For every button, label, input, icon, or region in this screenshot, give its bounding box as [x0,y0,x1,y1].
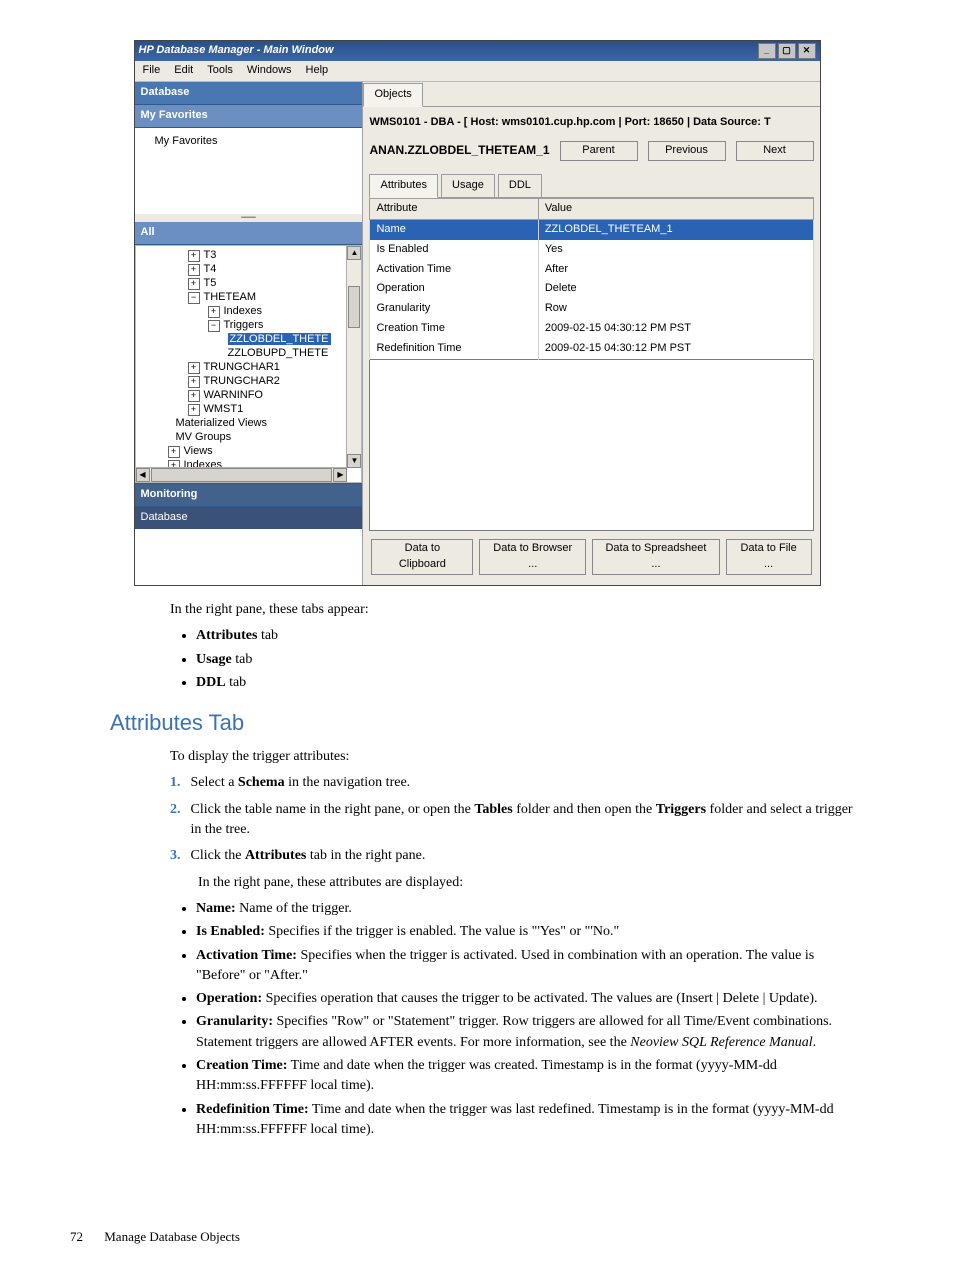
scroll-down-icon[interactable]: ▼ [347,454,361,468]
list-item: DDL tab [196,673,854,693]
list-item: Operation: Specifies operation that caus… [196,989,854,1009]
data-to-spreadsheet-button[interactable]: Data to Spreadsheet ... [592,539,719,575]
list-item: Creation Time: Time and date when the tr… [196,1056,854,1097]
next-button[interactable]: Next [736,141,814,161]
tree-node: −Triggers [138,318,360,332]
favorites-header[interactable]: My Favorites [135,105,363,128]
page-number: 72 [70,1229,83,1244]
list-item: Redefinition Time: Time and date when th… [196,1100,854,1141]
list-item: Activation Time: Specifies when the trig… [196,946,854,987]
list-item: Is Enabled: Specifies if the trigger is … [196,922,854,942]
attributes-table: Attribute Value NameZZLOBDEL_THETEAM_1 I… [369,198,813,361]
window-title: HP Database Manager - Main Window [139,43,758,59]
scroll-thumb[interactable] [348,286,360,328]
tree-node: Materialized Views [138,416,360,430]
favorites-box: My Favorites [135,128,363,214]
table-row: Activation TimeAfter [370,260,813,280]
tree-node: ZZLOBUPD_THETE [138,346,360,360]
col-attribute[interactable]: Attribute [370,198,538,219]
paragraph: In the right pane, these tabs appear: [170,600,854,620]
attribute-tabrow: Attributes Usage DDL [369,173,813,198]
tab-list: Attributes tab Usage tab DDL tab [170,626,854,693]
attribute-list: Name: Name of the trigger. Is Enabled: S… [170,899,854,1140]
object-path: ANAN.ZZLOBDEL_THETEAM_1 [369,142,549,159]
table-row: Is EnabledYes [370,240,813,260]
favorites-item[interactable]: My Favorites [145,132,353,152]
database-footer[interactable]: Database [135,506,363,529]
table-row: OperationDelete [370,279,813,299]
tree-node: −THETEAM [138,290,360,304]
table-row: GranularityRow [370,299,813,319]
tree-node: +TRUNGCHAR2 [138,374,360,388]
right-pane: Objects WMS0101 - DBA - [ Host: wms0101.… [363,82,819,585]
left-pane: Database My Favorites My Favorites ━━━ A… [135,82,364,585]
scroll-right-icon[interactable]: ▶ [333,468,347,482]
table-blank-area [369,360,813,531]
menu-edit[interactable]: Edit [174,63,193,79]
menu-bar: File Edit Tools Windows Help [135,61,820,82]
close-button[interactable]: ✕ [798,43,816,59]
menu-windows[interactable]: Windows [247,63,292,79]
app-window: HP Database Manager - Main Window _ ▢ ✕ … [134,40,821,586]
menu-file[interactable]: File [143,63,161,79]
tree-node: +Indexes [138,304,360,318]
list-item: Usage tab [196,650,854,670]
previous-button[interactable]: Previous [648,141,726,161]
scroll-up-icon[interactable]: ▲ [347,246,361,260]
tree-node: +WMST1 [138,402,360,416]
splitter[interactable]: ━━━ [135,214,363,222]
export-buttons: Data to Clipboard Data to Browser ... Da… [369,531,813,579]
list-item: Name: Name of the trigger. [196,899,854,919]
tree-node: +T3 [138,248,360,262]
list-item: Attributes tab [196,626,854,646]
all-header[interactable]: All [135,222,363,245]
titlebar[interactable]: HP Database Manager - Main Window _ ▢ ✕ [135,41,820,61]
menu-tools[interactable]: Tools [207,63,233,79]
tab-ddl[interactable]: DDL [498,174,542,198]
tab-objects[interactable]: Objects [363,83,422,107]
data-to-clipboard-button[interactable]: Data to Clipboard [371,539,473,575]
steps-list: 1. Select a Schema in the navigation tre… [170,773,854,1140]
database-header[interactable]: Database [135,82,363,105]
tree-node: +T4 [138,262,360,276]
horizontal-scrollbar[interactable]: ◀ ▶ [136,467,348,482]
monitoring-footer[interactable]: Monitoring [135,483,363,506]
paragraph: In the right pane, these attributes are … [198,873,854,893]
data-to-browser-button[interactable]: Data to Browser ... [479,539,586,575]
col-value[interactable]: Value [538,198,813,219]
data-to-file-button[interactable]: Data to File ... [726,539,812,575]
vertical-scrollbar[interactable]: ▲ ▼ [346,246,361,468]
table-row: NameZZLOBDEL_THETEAM_1 [370,219,813,239]
chapter-title: Manage Database Objects [104,1229,240,1244]
objects-tabrow: Objects [363,82,819,107]
list-item: 3. Click the Attributes tab in the right… [170,846,854,1140]
tree-node: +T5 [138,276,360,290]
tree-node: MV Groups [138,430,360,444]
minimize-button[interactable]: _ [758,43,776,59]
page-footer: 72 Manage Database Objects [70,1228,240,1247]
tab-usage[interactable]: Usage [441,174,495,198]
section-heading: Attributes Tab [110,707,854,739]
tree-node: +WARNINFO [138,388,360,402]
nav-tree[interactable]: +T3 +T4 +T5 −THETEAM +Indexes −Triggers … [135,245,363,483]
list-item: Granularity: Specifies "Row" or "Stateme… [196,1012,854,1053]
menu-help[interactable]: Help [306,63,329,79]
document-body: In the right pane, these tabs appear: At… [60,600,894,1140]
tree-node-selected: ZZLOBDEL_THETE [138,332,360,346]
table-row: Creation Time2009-02-15 04:30:12 PM PST [370,319,813,339]
host-status: WMS0101 - DBA - [ Host: wms0101.cup.hp.c… [369,115,813,131]
maximize-button[interactable]: ▢ [778,43,796,59]
list-item: 2. Click the table name in the right pan… [170,800,854,841]
tree-node: +TRUNGCHAR1 [138,360,360,374]
tree-node: +Views [138,444,360,458]
parent-button[interactable]: Parent [560,141,638,161]
tab-attributes[interactable]: Attributes [369,174,437,198]
scroll-left-icon[interactable]: ◀ [136,468,150,482]
list-item: 1. Select a Schema in the navigation tre… [170,773,854,793]
scroll-thumb[interactable] [151,468,333,482]
paragraph: To display the trigger attributes: [170,747,854,767]
table-row: Redefinition Time2009-02-15 04:30:12 PM … [370,339,813,359]
